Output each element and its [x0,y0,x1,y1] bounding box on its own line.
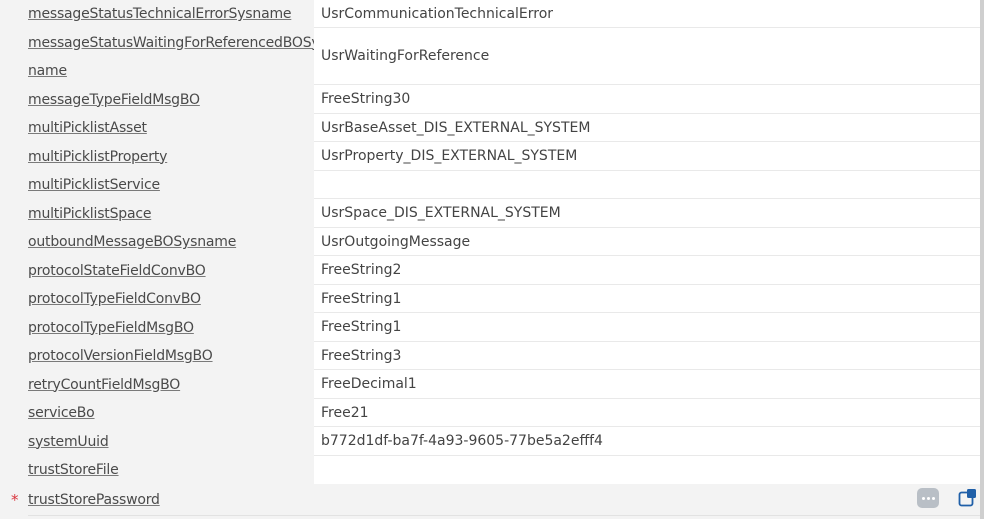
field-row: protocolTypeFieldMsgBO FreeString1 [0,313,984,342]
field-row: messageStatusTechnicalErrorSysname UsrCo… [0,0,984,28]
field-label[interactable]: multiPicklistSpace [28,199,151,228]
field-value[interactable] [314,171,980,199]
scrollbar[interactable] [980,0,984,519]
field-value[interactable]: UsrProperty_DIS_EXTERNAL_SYSTEM [314,142,980,171]
field-label[interactable]: protocolVersionFieldMsgBO [28,342,213,370]
field-label[interactable]: trustStoreFile [28,456,119,484]
required-marker: * [11,490,19,509]
field-label-line: messageStatusWaitingForReferencedBOSys [28,34,327,51]
field-label[interactable]: trustStorePassword [28,485,160,514]
field-row: multiPicklistProperty UsrProperty_DIS_EX… [0,142,984,171]
field-value[interactable]: FreeString1 [314,313,980,342]
field-value[interactable]: FreeDecimal1 [314,370,980,399]
field-value[interactable]: UsrBaseAsset_DIS_EXTERNAL_SYSTEM [314,114,980,142]
field-label[interactable]: retryCountFieldMsgBO [28,370,180,399]
dot [921,496,925,500]
divider [28,515,980,516]
field-value[interactable] [314,456,980,484]
field-value[interactable]: b772d1df-ba7f-4a93-9605-77be5a2efff4 [314,427,980,456]
field-label[interactable]: systemUuid [28,427,109,456]
field-label[interactable]: multiPicklistProperty [28,142,167,171]
field-row: systemUuid b772d1df-ba7f-4a93-9605-77be5… [0,427,984,456]
field-row: multiPicklistSpace UsrSpace_DIS_EXTERNAL… [0,199,984,228]
field-label[interactable]: outboundMessageBOSysname [28,228,236,256]
field-label-line: name [28,62,67,79]
field-value[interactable]: Free21 [314,399,980,427]
field-row: messageStatusWaitingForReferencedBOSys n… [0,28,984,85]
field-row: protocolVersionFieldMsgBO FreeString3 [0,342,984,370]
open-window-icon[interactable] [958,489,976,507]
field-value[interactable]: FreeString30 [314,85,980,114]
field-row: multiPicklistService [0,171,984,199]
field-row: messageTypeFieldMsgBO FreeString30 [0,85,984,114]
field-value[interactable]: UsrWaitingForReference [314,28,980,85]
field-value[interactable]: FreeString2 [314,256,980,285]
field-label[interactable]: messageStatusTechnicalErrorSysname [28,0,292,28]
field-row: multiPicklistAsset UsrBaseAsset_DIS_EXTE… [0,114,984,142]
field-label[interactable]: protocolTypeFieldMsgBO [28,313,194,342]
field-label[interactable]: multiPicklistAsset [28,114,147,142]
field-row: serviceBo Free21 [0,399,984,427]
field-label[interactable]: messageTypeFieldMsgBO [28,85,200,114]
field-value[interactable]: FreeString1 [314,285,980,313]
field-value[interactable]: UsrCommunicationTechnicalError [314,0,980,28]
field-row: retryCountFieldMsgBO FreeDecimal1 [0,370,984,399]
field-value[interactable]: FreeString3 [314,342,980,370]
dot [931,496,935,500]
field-row: * trustStorePassword [0,485,984,514]
field-row: trustStoreFile [0,456,984,484]
field-label[interactable]: protocolTypeFieldConvBO [28,285,201,313]
field-value[interactable]: UsrOutgoingMessage [314,228,980,256]
more-dots-icon[interactable] [917,488,939,508]
field-row: protocolStateFieldConvBO FreeString2 [0,256,984,285]
field-label[interactable]: serviceBo [28,399,95,427]
dot [926,496,930,500]
field-row: outboundMessageBOSysname UsrOutgoingMess… [0,228,984,256]
properties-panel: messageStatusTechnicalErrorSysname UsrCo… [0,0,984,519]
field-label[interactable]: protocolStateFieldConvBO [28,256,206,285]
field-row: protocolTypeFieldConvBO FreeString1 [0,285,984,313]
field-label[interactable]: multiPicklistService [28,171,160,199]
field-label[interactable]: messageStatusWaitingForReferencedBOSys n… [28,28,327,85]
field-value[interactable]: UsrSpace_DIS_EXTERNAL_SYSTEM [314,199,980,228]
